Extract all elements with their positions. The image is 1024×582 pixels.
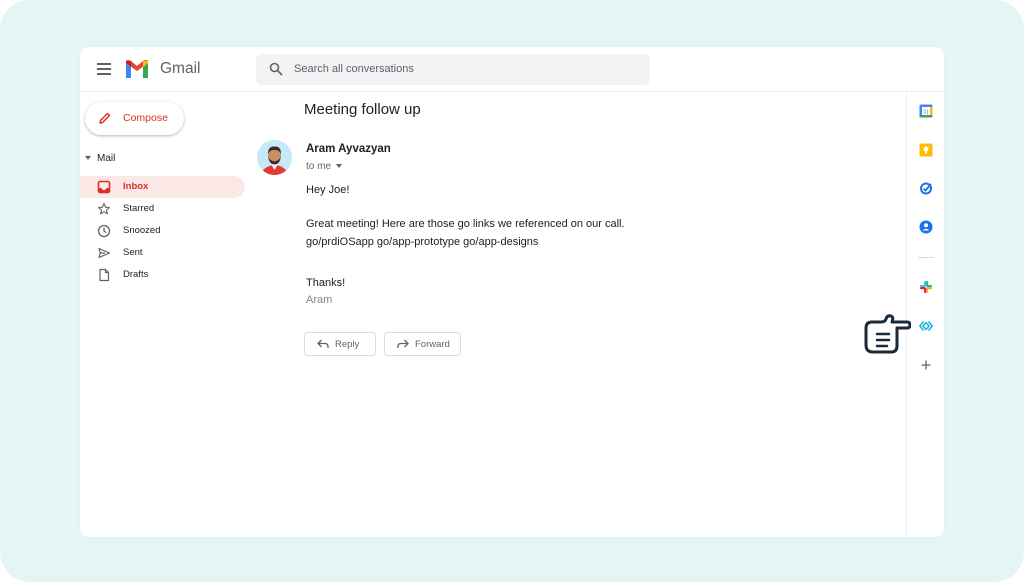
message-golinks[interactable]: go/prdiOSapp go/app-prototype go/app-des… [306, 236, 538, 248]
golinks-icon[interactable] [919, 319, 933, 333]
sidebar-item-snoozed[interactable]: Snoozed [80, 220, 245, 242]
compose-label: Compose [123, 112, 168, 124]
message-closing: Thanks! [306, 277, 346, 289]
sidebar-item-label: Drafts [123, 269, 149, 280]
sidebar-item-label: Inbox [123, 181, 149, 192]
message-signature: Aram [306, 294, 333, 306]
keep-icon[interactable] [919, 143, 933, 157]
caret-down-icon [336, 164, 343, 169]
reply-label: Reply [335, 339, 360, 350]
mail-section-label: Mail [97, 153, 116, 164]
avatar-photo-icon [257, 140, 292, 175]
sidebar-nav: Inbox Starred Snoozed Sent Drafts [80, 176, 245, 286]
caret-down-icon [85, 156, 91, 161]
sidebar-item-inbox[interactable]: Inbox [80, 176, 245, 198]
sidebar-item-sent[interactable]: Sent [80, 242, 245, 264]
forward-button[interactable]: Forward [384, 332, 461, 356]
star-icon [97, 202, 111, 215]
message-body-line: Great meeting! Here are those go links w… [306, 218, 625, 230]
mail-section-toggle[interactable]: Mail [85, 153, 115, 164]
message-greeting: Hey Joe! [306, 184, 350, 196]
gmail-window: Gmail Search all conversations Compose M… [80, 47, 944, 537]
calendar-icon[interactable]: 31 [919, 104, 933, 118]
message-subject: Meeting follow up [304, 101, 421, 118]
clock-icon [97, 224, 111, 238]
svg-text:31: 31 [923, 109, 929, 115]
forward-label: Forward [415, 339, 450, 350]
reply-button[interactable]: Reply [304, 332, 376, 356]
hamburger-menu-icon[interactable] [97, 63, 111, 75]
search-icon [269, 62, 283, 76]
sidebar-item-label: Sent [123, 247, 143, 258]
recipient-details-toggle[interactable]: to me [306, 161, 343, 172]
pointing-hand-icon [864, 314, 911, 354]
sender-avatar[interactable] [257, 140, 292, 175]
sidebar-item-starred[interactable]: Starred [80, 198, 245, 220]
header: Gmail Search all conversations [80, 47, 944, 92]
draft-icon [99, 268, 110, 282]
gmail-logo-icon [126, 60, 148, 78]
side-panel-rail: 31 [906, 92, 944, 537]
sidebar-item-drafts[interactable]: Drafts [80, 264, 245, 286]
pencil-icon [99, 112, 111, 124]
sidebar-item-label: Starred [123, 203, 155, 214]
search-placeholder: Search all conversations [294, 63, 414, 75]
recipient-label: to me [306, 161, 332, 172]
rail-divider [918, 257, 934, 258]
compose-button[interactable]: Compose [85, 102, 184, 135]
forward-icon [397, 339, 409, 348]
contacts-icon[interactable] [919, 220, 933, 234]
sidebar-item-label: Snoozed [123, 225, 161, 236]
inbox-icon [97, 180, 111, 194]
sender-name: Aram Ayvazyan [306, 143, 391, 155]
send-icon [98, 247, 111, 259]
search-input[interactable]: Search all conversations [256, 54, 650, 85]
brand-name: Gmail [160, 60, 201, 77]
add-icon[interactable] [919, 358, 933, 372]
reply-icon [317, 339, 329, 348]
tasks-icon[interactable] [919, 181, 933, 195]
slack-icon[interactable] [919, 280, 933, 294]
